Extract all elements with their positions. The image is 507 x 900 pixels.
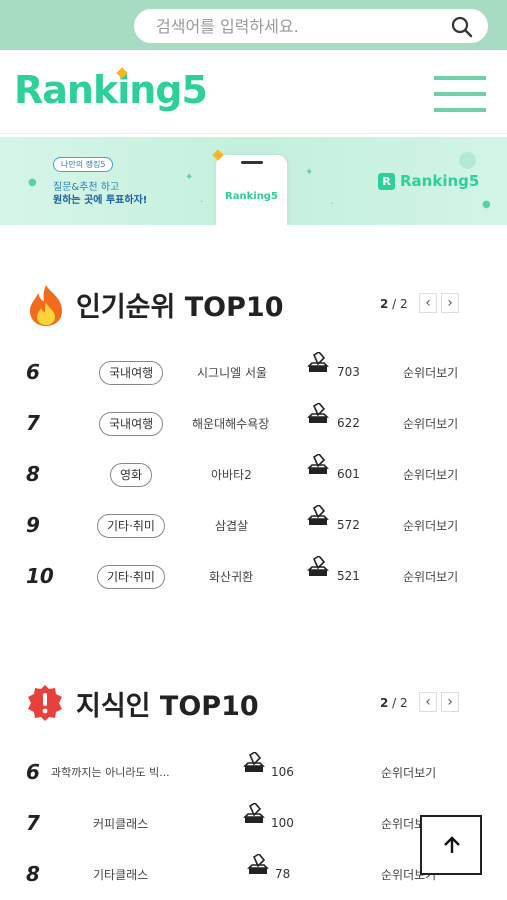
fire-icon xyxy=(30,285,62,326)
alert-badge-icon xyxy=(28,685,62,721)
item-name[interactable]: 커피클래스 xyxy=(93,815,148,832)
vote-count: 572 xyxy=(337,518,360,532)
more-ranking-link[interactable]: 순위더보기 xyxy=(403,466,458,483)
arrow-up-icon xyxy=(444,836,460,853)
vote-box-icon xyxy=(307,556,329,576)
rank-number: 7 xyxy=(26,811,40,835)
vote-count: 703 xyxy=(337,365,360,379)
ranking-row[interactable]: 6 과학까지는 아니라도 빅... 106 순위더보기 xyxy=(0,752,507,788)
vote-box-icon xyxy=(247,854,269,874)
top-bar xyxy=(0,0,507,50)
sparkle-icon: · xyxy=(200,197,204,208)
category-tag[interactable]: 국내여행 xyxy=(99,412,164,436)
chevron-right-icon: › xyxy=(447,694,453,710)
banner-phone: Ranking5 xyxy=(212,149,287,225)
vote-box-icon xyxy=(307,352,329,372)
knowledge-section-title: 지식인 TOP10 xyxy=(24,684,284,724)
banner-star-icon xyxy=(212,149,224,161)
knowledge-pager: 2 / 2 xyxy=(380,696,408,710)
hamburger-menu-icon[interactable] xyxy=(434,76,486,112)
banner-phone-logo: Ranking5 xyxy=(225,191,278,202)
brand-r-icon: R xyxy=(378,173,395,190)
sparkle-icon: · xyxy=(330,199,334,210)
item-name[interactable]: 화산귀환 xyxy=(209,568,253,585)
item-name[interactable]: 시그니엘 서울 xyxy=(197,364,267,381)
sparkle-icon: ✦ xyxy=(185,172,194,183)
item-name[interactable]: 삼겹살 xyxy=(215,517,248,534)
sparkle-icon: ● xyxy=(458,147,478,172)
item-name[interactable]: 해운대해수욕장 xyxy=(192,415,269,432)
search-icon[interactable] xyxy=(450,15,474,39)
more-ranking-link[interactable]: 순위더보기 xyxy=(403,415,458,432)
search-bar[interactable] xyxy=(134,9,488,43)
rank-number: 9 xyxy=(26,513,40,537)
vote-box-icon xyxy=(307,454,329,474)
rank-number: 8 xyxy=(26,462,40,486)
ranking-row[interactable]: 6 국내여행 시그니엘 서울 703 순위더보기 xyxy=(0,352,507,388)
scroll-to-top-button[interactable] xyxy=(420,815,482,875)
vote-count: 601 xyxy=(337,467,360,481)
category-tag[interactable]: 영화 xyxy=(110,463,153,487)
vote-box-icon xyxy=(307,505,329,525)
knowledge-next-button[interactable]: › xyxy=(441,692,459,712)
popular-pager: 2 / 2 xyxy=(380,297,408,311)
item-name[interactable]: 아바타2 xyxy=(211,466,252,483)
category-tag[interactable]: 기타·취미 xyxy=(97,565,165,589)
ranking-row[interactable]: 8 영화 아바타2 601 순위더보기 xyxy=(0,454,507,490)
rank-number: 6 xyxy=(26,360,40,384)
rank-number: 6 xyxy=(26,760,40,784)
ranking-row[interactable]: 9 기타·취미 삼겹살 572 순위더보기 xyxy=(0,505,507,541)
category-tag[interactable]: 기타·취미 xyxy=(97,514,165,538)
sparkle-icon: ● xyxy=(28,177,37,188)
more-ranking-link[interactable]: 순위더보기 xyxy=(403,364,458,381)
sparkle-icon: ✦ xyxy=(305,167,314,178)
ranking-row[interactable]: 10 기타·취미 화산귀환 521 순위더보기 xyxy=(0,556,507,592)
banner-pill: 나만의 랭킹5 xyxy=(53,157,114,172)
sparkle-icon: ● xyxy=(482,199,491,210)
knowledge-prev-button[interactable]: ‹ xyxy=(419,692,437,712)
chevron-left-icon: ‹ xyxy=(425,694,431,710)
vote-count: 100 xyxy=(271,816,294,830)
popular-next-button[interactable]: › xyxy=(441,293,459,313)
rank-number: 7 xyxy=(26,411,40,435)
more-ranking-link[interactable]: 순위더보기 xyxy=(403,517,458,534)
site-header: Ranking5 xyxy=(0,50,507,134)
chevron-right-icon: › xyxy=(447,295,453,311)
promo-banner[interactable]: ● ✦ · ✦ · ● ● 나만의 랭킹5 질문&추천 하고 원하는 곳에 투표… xyxy=(0,137,507,225)
popular-section-title: 인기순위 TOP10 xyxy=(24,285,304,326)
item-name[interactable]: 과학까지는 아니라도 빅... xyxy=(51,764,170,780)
item-name[interactable]: 기타클래스 xyxy=(93,866,148,883)
search-input[interactable] xyxy=(156,15,436,37)
rank-number: 8 xyxy=(26,862,40,886)
more-ranking-link[interactable]: 순위더보기 xyxy=(381,764,436,781)
popular-prev-button[interactable]: ‹ xyxy=(419,293,437,313)
site-logo[interactable]: Ranking5 xyxy=(14,67,208,112)
more-ranking-link[interactable]: 순위더보기 xyxy=(403,568,458,585)
chevron-left-icon: ‹ xyxy=(425,295,431,311)
vote-count: 521 xyxy=(337,569,360,583)
category-tag[interactable]: 국내여행 xyxy=(99,361,164,385)
rank-number: 10 xyxy=(26,564,54,588)
vote-box-icon xyxy=(243,752,265,772)
banner-line-2: 원하는 곳에 투표하자! xyxy=(53,195,148,206)
vote-count: 106 xyxy=(271,765,294,779)
ranking-row[interactable]: 7 국내여행 해운대해수욕장 622 순위더보기 xyxy=(0,403,507,439)
vote-count: 622 xyxy=(337,416,360,430)
vote-box-icon xyxy=(243,803,265,823)
vote-box-icon xyxy=(307,403,329,423)
vote-count: 78 xyxy=(275,867,291,881)
